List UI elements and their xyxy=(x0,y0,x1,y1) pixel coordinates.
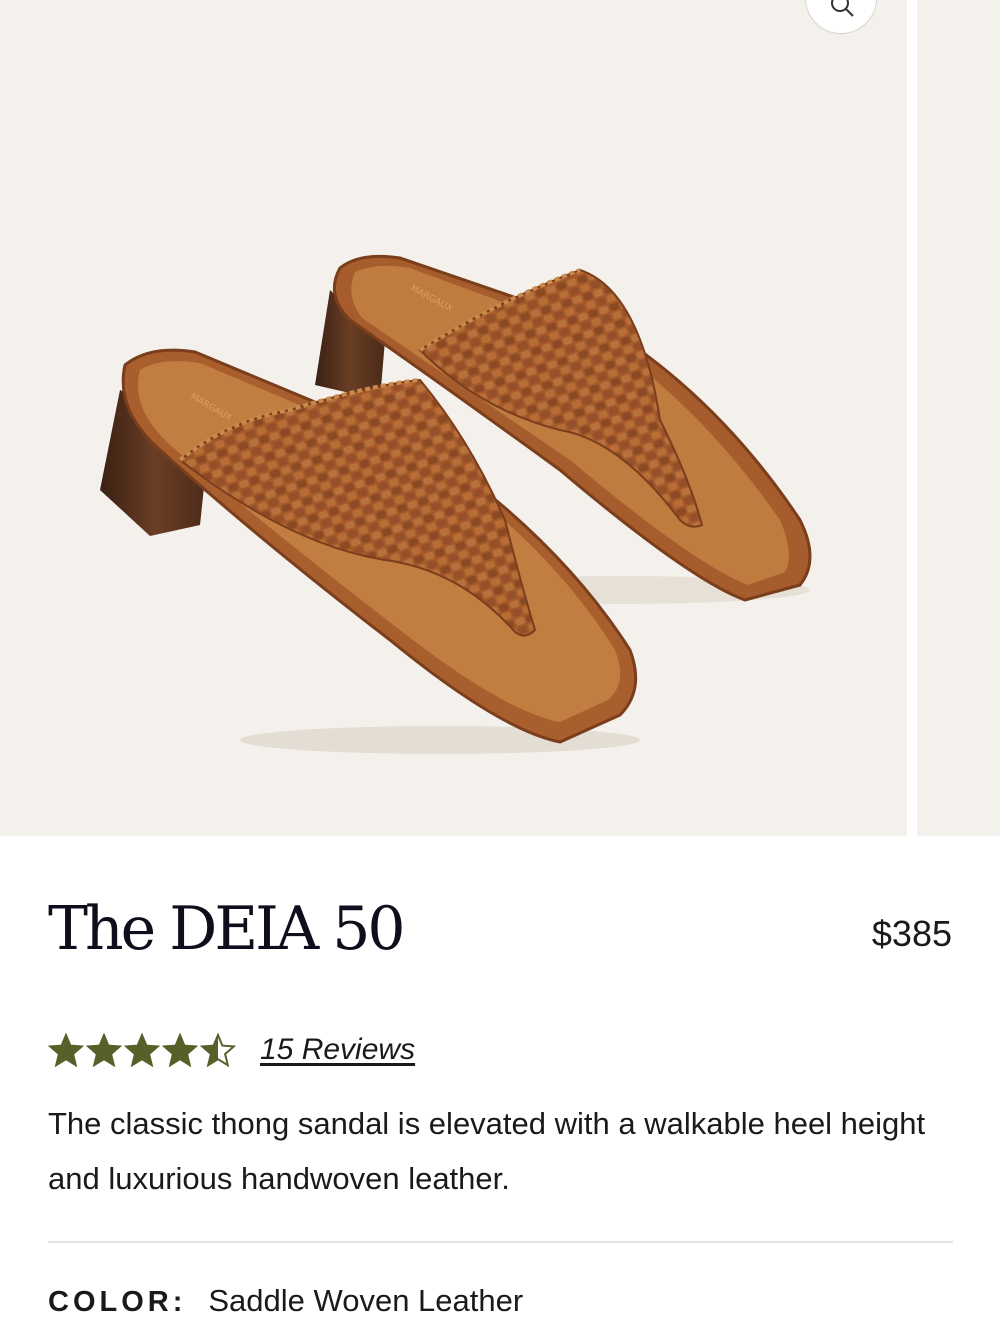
star-rating xyxy=(48,1033,236,1067)
color-value: Saddle Woven Leather xyxy=(208,1283,524,1318)
product-image-slide[interactable]: MARGAUX MARGAUX xyxy=(0,0,907,836)
star-full-icon xyxy=(48,1033,84,1067)
search-icon xyxy=(831,0,854,17)
product-description: The classic thong sandal is elevated wit… xyxy=(48,1106,926,1196)
star-full-icon xyxy=(124,1033,160,1067)
divider xyxy=(48,1241,953,1243)
product-price: $385 xyxy=(871,913,952,954)
star-half-icon xyxy=(200,1033,236,1067)
color-selector: COLOR: Saddle Woven Leather xyxy=(48,1283,523,1319)
star-full-icon xyxy=(86,1033,122,1067)
reviews-link[interactable]: 15 Reviews xyxy=(260,1033,415,1067)
product-title: The DEIA 50 xyxy=(48,894,406,964)
product-rating: 15 Reviews xyxy=(48,1028,415,1072)
product-image: MARGAUX MARGAUX xyxy=(100,254,812,754)
color-label: COLOR: xyxy=(48,1286,187,1318)
product-gallery[interactable]: MARGAUX MARGAUX xyxy=(0,0,1000,836)
star-full-icon xyxy=(162,1033,198,1067)
next-image-slide-peek[interactable] xyxy=(917,0,1000,836)
